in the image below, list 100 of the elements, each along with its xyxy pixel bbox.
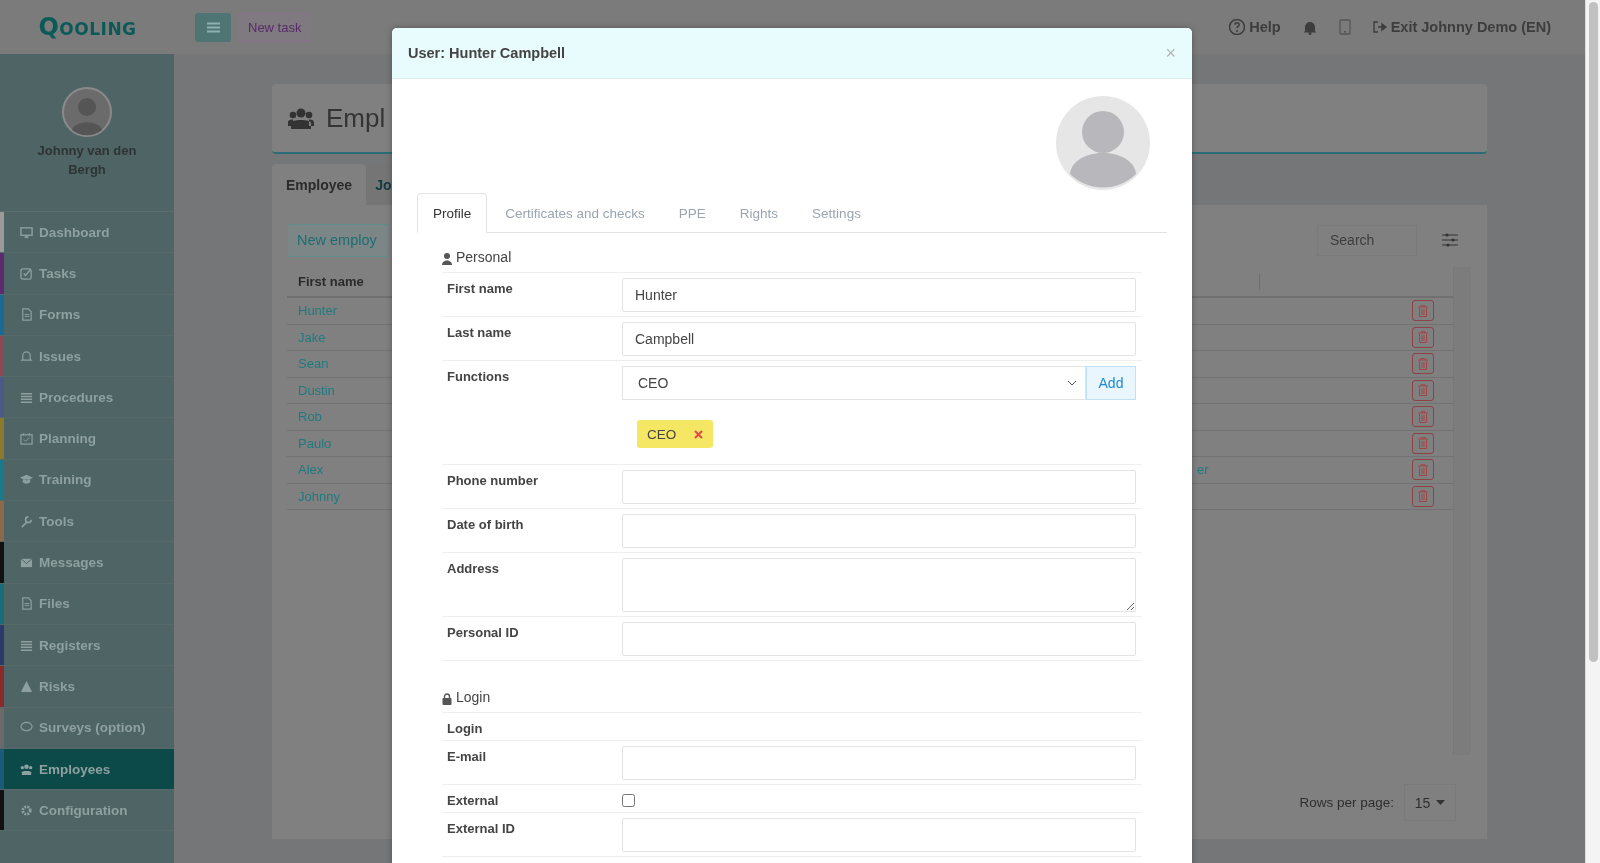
field-label: Login — [446, 720, 484, 736]
input-field[interactable] — [622, 746, 1136, 780]
delete-button[interactable] — [1412, 326, 1434, 348]
page-tab[interactable]: Employee — [272, 164, 367, 205]
scrollbar-thumb[interactable] — [1589, 2, 1598, 662]
exit-link[interactable]: Exit Johnny Demo (EN) — [1372, 19, 1551, 35]
sidebar-item[interactable]: Forms — [0, 294, 174, 336]
sidebar-item[interactable]: Registers — [0, 624, 174, 667]
dialog-tab[interactable]: Certificates and checks — [489, 193, 661, 233]
calendar-icon — [20, 432, 33, 446]
trash-icon — [1418, 410, 1428, 423]
trash-icon — [1418, 331, 1428, 344]
logo: QOOLING — [38, 13, 137, 41]
bell-icon[interactable] — [1302, 19, 1317, 35]
field-label: Date of birth — [446, 516, 525, 534]
sidebar-item[interactable]: Planning — [0, 418, 174, 460]
sidebar-item[interactable]: Configuration — [0, 790, 174, 832]
field-label: Phone number — [446, 472, 539, 490]
field-label: Personal ID — [446, 624, 520, 642]
input-field[interactable] — [622, 622, 1136, 656]
textarea-field[interactable] — [622, 558, 1136, 612]
sidebar-item[interactable]: Tasks — [0, 253, 174, 295]
field-label: E-mail — [446, 748, 487, 766]
input-field[interactable] — [622, 470, 1136, 504]
new-employee-button[interactable]: New employ — [287, 223, 390, 257]
function-tag: CEO — [637, 420, 714, 448]
list-icon — [20, 638, 33, 652]
menu-icon — [206, 21, 220, 33]
field-label: Functions — [446, 368, 511, 386]
gear-icon — [20, 803, 33, 817]
trash-icon — [1418, 490, 1428, 503]
filter-sliders-icon[interactable] — [1441, 232, 1459, 248]
users-icon — [288, 107, 314, 129]
checkbox-icon — [20, 266, 33, 280]
question-icon — [1229, 19, 1246, 35]
section-title: Personal — [456, 249, 512, 265]
page-title: Empl — [326, 102, 386, 134]
file-icon — [20, 597, 33, 611]
input-field[interactable]: Campbell — [622, 322, 1136, 356]
dialog-tab[interactable]: PPE — [662, 193, 722, 233]
warning-icon — [20, 679, 33, 693]
dialog-tab[interactable]: Settings — [796, 193, 877, 233]
delete-button[interactable] — [1412, 406, 1434, 428]
field-label: External ID — [446, 820, 516, 838]
wrench-icon — [20, 514, 33, 528]
search-field[interactable]: Search — [1317, 224, 1417, 256]
tablet-icon[interactable] — [1338, 19, 1351, 35]
delete-button[interactable] — [1412, 459, 1434, 481]
input-field[interactable] — [622, 818, 1136, 852]
dialog-title: User: Hunter Campbell — [408, 45, 566, 61]
sidebar-item[interactable]: Messages — [0, 542, 174, 584]
users-icon — [20, 762, 33, 776]
rows-per-page-label: Rows per page: — [1299, 795, 1394, 810]
trash-icon — [1418, 463, 1428, 476]
sidebar-item[interactable]: Risks — [0, 666, 174, 708]
sign-out-icon — [1372, 21, 1387, 33]
file-icon — [20, 308, 33, 322]
trash-icon — [1418, 304, 1428, 317]
delete-button[interactable] — [1412, 485, 1434, 507]
field-label: Address — [446, 560, 501, 578]
menu-button[interactable] — [195, 12, 231, 42]
column-header: First name — [297, 274, 365, 289]
add-button[interactable]: Add — [1086, 366, 1136, 400]
field-label: First name — [446, 280, 514, 298]
monitor-icon — [20, 225, 33, 239]
input-field[interactable]: Hunter — [622, 278, 1136, 312]
lock-icon — [442, 693, 452, 705]
field-label: Last name — [446, 324, 513, 342]
help-link[interactable]: Help — [1229, 19, 1281, 35]
dialog-tab[interactable]: Profile — [417, 193, 488, 233]
sidebar-item[interactable]: Procedures — [0, 377, 174, 419]
sidebar-item[interactable]: Training — [0, 459, 174, 502]
window-scrollbar[interactable] — [1585, 0, 1600, 863]
select-field[interactable]: CEO — [622, 366, 1086, 400]
graduation-cap-icon — [20, 473, 33, 487]
delete-button[interactable] — [1412, 353, 1434, 375]
dialog-tab[interactable]: Rights — [723, 193, 795, 233]
avatar-icon — [62, 87, 112, 137]
remove-icon[interactable] — [694, 429, 704, 439]
delete-button[interactable] — [1412, 432, 1434, 454]
user-icon — [442, 253, 452, 265]
sidebar-item[interactable]: Employees — [0, 748, 174, 791]
checkbox[interactable] — [622, 794, 635, 807]
sidebar-item[interactable]: Dashboard — [0, 212, 174, 254]
caret-icon — [1436, 800, 1446, 805]
delete-button[interactable] — [1412, 300, 1434, 322]
rows-per-page-select[interactable]: 15 — [1404, 784, 1456, 821]
chevron-down-icon — [1067, 380, 1077, 386]
list-icon — [20, 390, 33, 404]
sidebar-item[interactable]: Issues — [0, 335, 174, 378]
close-button[interactable]: × — [1165, 42, 1176, 64]
sidebar-item[interactable]: Tools — [0, 501, 174, 543]
new-task-button[interactable]: New task — [237, 12, 313, 42]
input-field[interactable] — [622, 514, 1136, 548]
field-label: External — [446, 792, 500, 808]
delete-button[interactable] — [1412, 379, 1434, 401]
sidebar-item[interactable]: Surveys (option) — [0, 707, 174, 749]
table-cell[interactable]: er — [1197, 462, 1393, 478]
trash-icon — [1418, 357, 1428, 370]
sidebar-item[interactable]: Files — [0, 583, 174, 625]
